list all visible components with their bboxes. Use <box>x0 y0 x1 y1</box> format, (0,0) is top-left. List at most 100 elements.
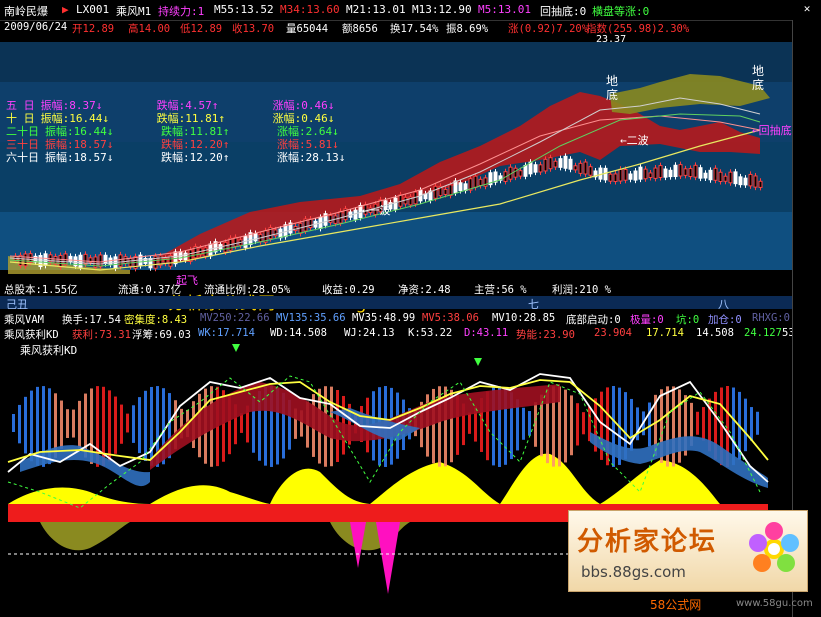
kd-bar <box>18 404 21 444</box>
annotation-erbo: ←二波 <box>620 134 649 147</box>
candle-body <box>203 247 208 257</box>
kd-bar <box>126 413 129 433</box>
candle-body <box>703 172 708 179</box>
candle-body <box>598 167 603 180</box>
title-bar: 南岭民爆 ▶ LX001 乘风M1 持续力:1 M55:13.52 M34:13… <box>0 0 821 21</box>
vam-mv250: MV250:22.66 <box>200 312 270 324</box>
candle-body <box>618 168 623 182</box>
legend-row: 二十日 振幅:16.44↓ 跌幅:11.81↑ 涨幅:2.64↓ <box>6 125 351 138</box>
kd-bar <box>240 413 243 433</box>
site-name: 58公式网 <box>650 598 702 612</box>
kd-bar <box>120 404 123 444</box>
candle-body <box>393 197 398 210</box>
quote-date: 2009/06/24 <box>4 21 68 33</box>
legend-zhen: 振幅:18.57↓ <box>45 151 114 164</box>
vam-huanshou: 换手:17.54 <box>62 314 121 326</box>
kd-bar <box>72 409 75 438</box>
hengpan-value: 横盘等涨:0 <box>592 5 650 18</box>
close-icon[interactable]: ✕ <box>800 2 814 16</box>
legend-zhen: 振幅:16.44↓ <box>40 112 109 125</box>
band-top <box>0 42 792 82</box>
candle-body <box>123 256 128 264</box>
kd-bar <box>30 390 33 462</box>
legend-row: 六十日 振幅:18.57↓ 跌幅:12.20↑ 涨幅:28.13↓ <box>6 151 351 164</box>
vam-rhxg: RHXG:0 <box>752 312 790 324</box>
candle-body <box>553 160 558 168</box>
kd-bar <box>756 411 759 435</box>
candle-body <box>563 155 568 169</box>
profit: 利润:210 % <box>552 284 611 296</box>
m5-value: M5:13.01 <box>478 3 531 16</box>
legend-zhen: 振幅:16.44↓ <box>45 125 114 138</box>
candle-body <box>523 164 528 177</box>
legend-die: 跌幅:12.20↑ <box>161 151 230 164</box>
candle-body <box>518 170 523 177</box>
candle-body <box>98 254 103 268</box>
legend-row: 十 日振幅:16.44↓ 跌幅:11.81↑ 涨幅:0.46↓ <box>6 112 351 125</box>
kd-bar <box>696 411 699 435</box>
candle-body <box>443 188 448 195</box>
candle-body <box>308 218 313 229</box>
candle-body <box>473 175 478 188</box>
subchart-title: 乘风获利KD <box>20 344 78 357</box>
candle-body <box>728 171 733 184</box>
candle-body <box>738 176 743 186</box>
candle-body <box>708 169 713 181</box>
m55-value: M55:13.52 <box>214 3 274 16</box>
vam-jiliang: 极量:0 <box>630 314 664 326</box>
kd-bar <box>60 400 63 449</box>
candle-body <box>353 209 358 220</box>
candle-body <box>148 257 153 269</box>
legend-row: 三十日 振幅:18.57↓ 跌幅:12.20↑ 涨幅:5.81↓ <box>6 138 351 151</box>
kd-bar <box>66 409 69 438</box>
kd-bar <box>576 403 579 446</box>
vam-mv10: MV10:28.85 <box>492 312 556 324</box>
kd-d: D:43.11 <box>464 327 509 339</box>
candle-body <box>568 158 573 170</box>
main-price-chart[interactable]: 五 日振幅:8.37↓ 跌幅:4.57↑ 涨幅:0.46↓ 十 日振幅:16.44↓ 跌… <box>0 34 792 298</box>
m21-value: M21:13.01 <box>346 3 406 16</box>
candle-body <box>533 164 538 173</box>
legend-row: 五 日振幅:8.37↓ 跌幅:4.57↑ 涨幅:0.46↓ <box>6 99 351 112</box>
candle-body <box>758 180 763 188</box>
kd-v4: 24.127 <box>744 327 782 339</box>
dropdown-arrow-icon[interactable]: ▶ <box>62 3 69 16</box>
legend-zhen: 振幅:18.57↓ <box>45 138 114 151</box>
kd-wd: WD:14.508 <box>270 327 327 339</box>
candle-body <box>548 157 553 170</box>
candle-body <box>68 255 73 263</box>
legend-label: 五 日 <box>6 99 35 112</box>
annotation-huichoudi: ←回抽底 <box>752 124 792 137</box>
kd-bar <box>150 386 153 466</box>
formula-name: 乘风M1 <box>116 5 152 18</box>
kd-bar <box>522 407 525 440</box>
candle-body <box>663 168 668 178</box>
forum-watermark: 分析家论坛 bbs.88gs.com <box>568 510 808 592</box>
candle-body <box>448 184 453 196</box>
legend-zhang: 涨幅:28.13↓ <box>277 151 346 164</box>
legend-zhang: 涨幅:2.64↓ <box>277 125 339 138</box>
stock-name: 南岭民爆 <box>4 5 48 18</box>
candle-body <box>743 177 748 186</box>
candle-body <box>528 161 533 175</box>
candle-body <box>478 178 483 186</box>
kd-v1: 23.904 <box>594 327 632 339</box>
vam-name: 乘风VAM <box>4 314 44 326</box>
kd-v2: 17.714 <box>646 327 684 339</box>
candle-body <box>748 173 753 187</box>
candle-body <box>753 175 758 188</box>
m13-value: M13:12.90 <box>412 3 472 16</box>
candle-body <box>668 169 673 178</box>
vam-mv35: MV35:48.99 <box>352 312 416 324</box>
kd-k: K:53.22 <box>408 327 453 339</box>
kd-bar <box>132 405 135 443</box>
candle-body <box>458 182 463 192</box>
kd-bar <box>24 396 27 454</box>
kd-bar <box>138 397 141 454</box>
candle-body <box>658 165 663 178</box>
vam-mv135: MV135:35.66 <box>276 312 346 324</box>
legend-label: 二十日 <box>6 125 39 138</box>
candle-body <box>643 168 648 180</box>
hold-force: 持续力:1 <box>158 5 205 18</box>
candle-body <box>718 171 723 183</box>
